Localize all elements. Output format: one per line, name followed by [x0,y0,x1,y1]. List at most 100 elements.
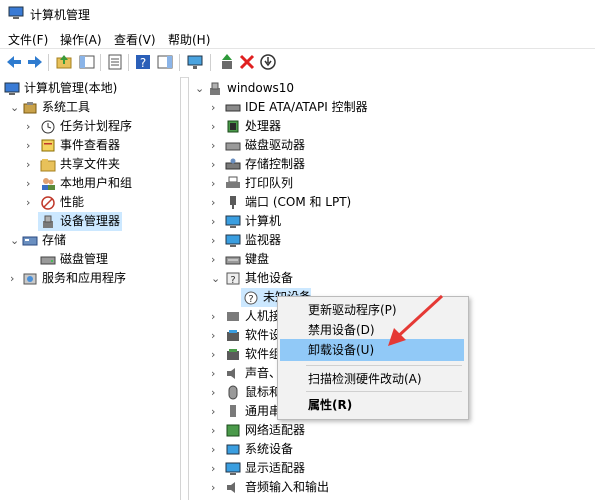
device-manager-icon [43,215,53,228]
annotation-arrow-icon [388,294,444,346]
chevron-right-icon[interactable]: › [211,459,221,478]
chevron-right-icon[interactable]: › [211,345,221,364]
unknown-device-icon: ? [244,291,258,305]
device-category[interactable]: › 计算机 [189,212,589,231]
speaker-icon [227,368,235,379]
show-tree-icon[interactable] [78,53,96,71]
event-viewer-icon [41,139,55,152]
services-icon [23,273,37,285]
chevron-right-icon[interactable]: › [26,136,36,155]
chevron-right-icon[interactable]: › [211,364,221,383]
clock-icon [41,120,55,134]
properties-icon[interactable] [106,53,124,71]
chevron-right-icon[interactable]: › [211,402,221,421]
mouse-icon [228,385,238,400]
chevron-right-icon[interactable]: › [211,326,221,345]
update-driver-icon[interactable] [218,53,236,71]
device-category[interactable]: › 音频输入和输出 [189,478,589,497]
port-icon [230,196,236,209]
tree-item-event-viewer[interactable]: › 事件查看器 [0,136,180,155]
chevron-right-icon[interactable]: › [211,155,221,174]
menu-help[interactable]: 帮助(H) [168,31,210,48]
chevron-right-icon[interactable]: › [211,117,221,136]
device-category[interactable]: › 存储控制器 [189,155,589,174]
ide-controller-icon [225,104,241,112]
device-category[interactable]: › IDE ATA/ATAPI 控制器 [189,98,589,117]
chevron-right-icon[interactable]: › [211,174,221,193]
computer-icon [225,215,241,228]
tree-item-disk-management[interactable]: 磁盘管理 [0,250,180,269]
device-category[interactable]: › 端口 (COM 和 LPT) [189,193,589,212]
back-icon[interactable] [5,53,23,71]
software-component-icon [227,349,239,360]
chevron-right-icon[interactable]: › [10,269,20,288]
device-category[interactable]: › 打印队列 [189,174,589,193]
menu-item-scan-hardware[interactable]: 扫描检测硬件改动(A) [280,368,464,390]
help-icon[interactable]: ? [134,53,152,71]
tree-item-shared-folders[interactable]: › 共享文件夹 [0,155,180,174]
svg-text:?: ? [248,294,253,305]
chevron-right-icon[interactable]: › [26,193,36,212]
tree-item-root[interactable]: 计算机管理(本地) [0,79,180,98]
tree-item-task-scheduler[interactable]: › 任务计划程序 [0,117,180,136]
chevron-right-icon[interactable]: › [211,478,221,497]
uninstall-icon[interactable] [238,53,256,71]
tree-item-device-manager[interactable]: 设备管理器 [38,212,122,231]
chevron-right-icon[interactable]: › [211,98,221,117]
console-tree: 计算机管理(本地) ⌄ 系统工具 › 任务计划程序 › 事件查看器 › 共享文件… [0,77,181,500]
chevron-right-icon[interactable]: › [26,155,36,174]
device-category[interactable]: › 键盘 [189,250,589,269]
chevron-right-icon[interactable]: › [211,383,221,402]
action-pane-icon[interactable] [156,53,174,71]
computer-icon [210,82,220,95]
monitor-icon [225,234,241,247]
chevron-right-icon[interactable]: › [211,231,221,250]
tree-item-performance[interactable]: › 性能 [0,193,180,212]
disable-icon[interactable] [259,53,277,71]
keyboard-icon [225,256,241,265]
monitor-icon[interactable] [186,53,204,71]
chevron-right-icon[interactable]: › [211,440,221,459]
display-adapter-icon [225,462,241,475]
menu-separator [306,391,462,392]
usb-icon [230,405,236,417]
up-folder-icon[interactable] [55,53,73,71]
tree-item-local-users[interactable]: › 本地用户和组 [0,174,180,193]
chevron-down-icon[interactable]: ⌄ [10,98,20,117]
chevron-right-icon[interactable]: › [211,212,221,231]
menu-separator [306,365,462,366]
device-category[interactable]: › 系统设备 [189,440,589,459]
menu-action[interactable]: 操作(A) [60,31,102,48]
chevron-down-icon[interactable]: ⌄ [195,79,205,98]
menu-file[interactable]: 文件(F) [8,31,48,48]
svg-text:?: ? [140,56,146,70]
hid-icon [227,312,239,321]
menu-view[interactable]: 查看(V) [114,31,156,48]
tree-item-services[interactable]: › 服务和应用程序 [0,269,180,288]
toolbar: ? [0,48,595,78]
chevron-right-icon[interactable]: › [211,307,221,326]
tree-item-storage[interactable]: ⌄ 存储 [0,231,180,250]
chevron-right-icon[interactable]: › [211,193,221,212]
device-category[interactable]: › 监视器 [189,231,589,250]
unknown-device-icon: ? [226,272,240,286]
device-category[interactable]: › 处理器 [189,117,589,136]
device-root[interactable]: ⌄ windows10 [189,79,589,98]
forward-icon[interactable] [26,53,44,71]
chevron-down-icon[interactable]: ⌄ [10,231,20,250]
chevron-right-icon[interactable]: › [211,136,221,155]
device-category-other[interactable]: ⌄ ? 其他设备 [189,269,589,288]
chevron-down-icon[interactable]: ⌄ [211,269,221,288]
tree-item-system-tools[interactable]: ⌄ 系统工具 [0,98,180,117]
device-category[interactable]: › 显示适配器 [189,459,589,478]
device-category[interactable]: › 磁盘驱动器 [189,136,589,155]
menu-bar: 文件(F) 操作(A) 查看(V) 帮助(H) [0,28,595,48]
printer-icon [226,176,240,188]
device-category[interactable]: › 网络适配器 [189,421,589,440]
chevron-right-icon[interactable]: › [26,117,36,136]
chevron-right-icon[interactable]: › [211,421,221,440]
chevron-right-icon[interactable]: › [211,250,221,269]
menu-item-properties[interactable]: 属性(R) [280,394,464,416]
chevron-right-icon[interactable]: › [26,174,36,193]
device-tree: ⌄ windows10 › IDE ATA/ATAPI 控制器 › 处理器 › … [188,77,595,500]
